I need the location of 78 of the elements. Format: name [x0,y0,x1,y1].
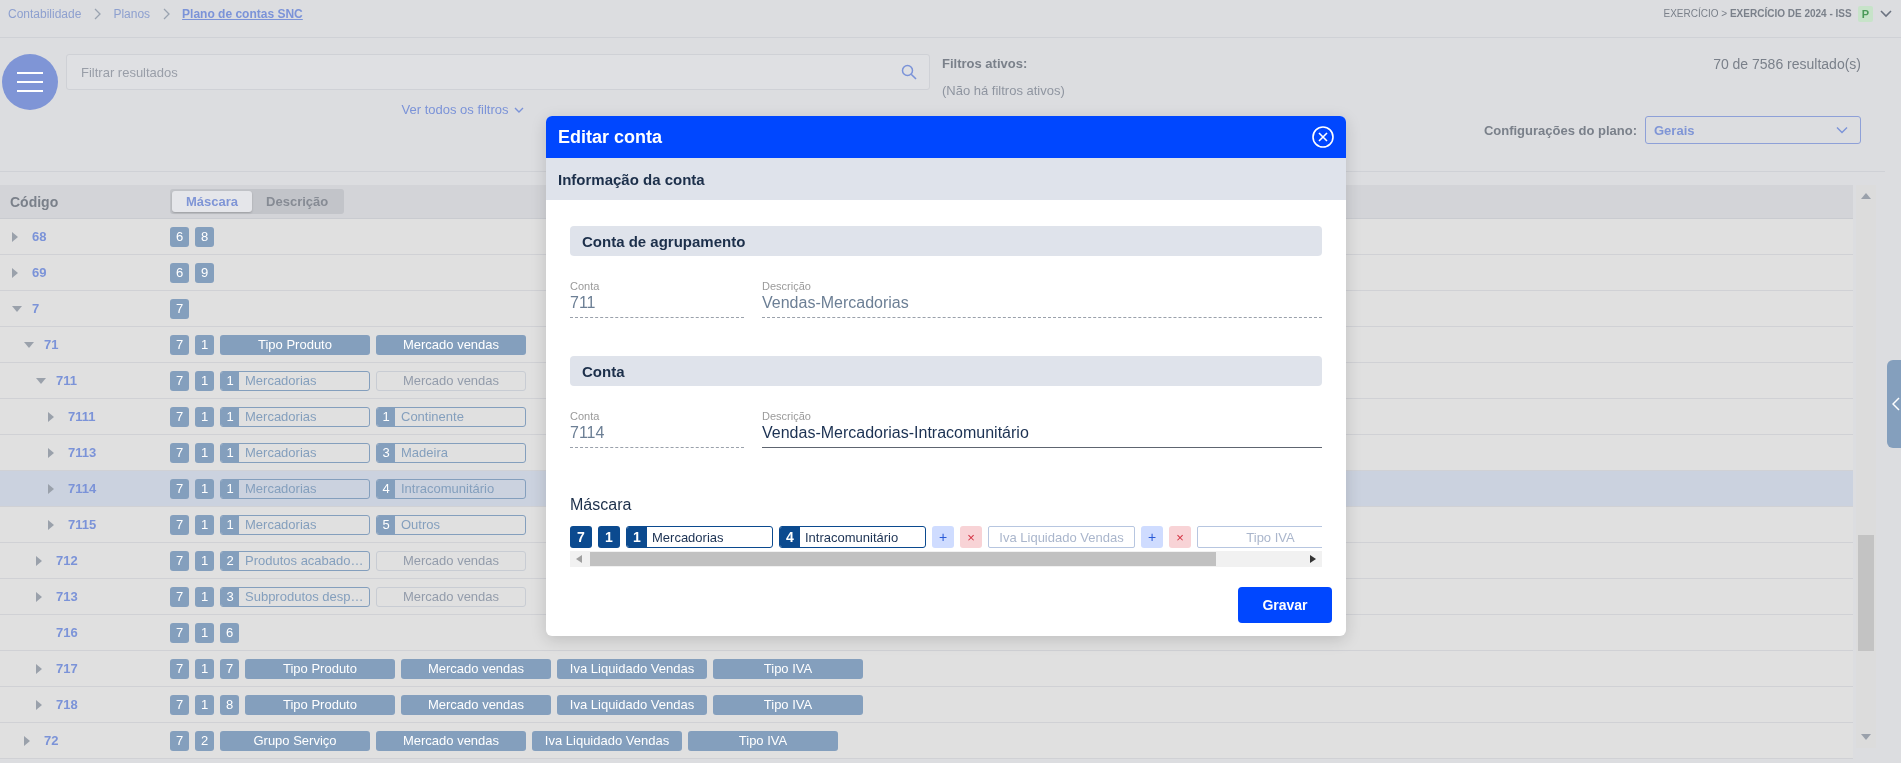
mask-value: 3 Madeira [376,442,526,463]
mask-digit: 1 [195,586,214,607]
mask-digit: 1 [195,514,214,535]
mask-value: 2 Produtos acabado… [220,550,370,571]
mask-digit: 7 [170,658,189,679]
mask-digit: 7 [170,334,189,355]
mask-value: 1 Mercadorias [220,442,370,463]
mask-segment: Mercado vendas [376,730,526,751]
mask-value: 1 Mercadorias [220,370,370,391]
mask-value: 4 Intracomunitário [376,478,526,499]
mask-digit: 1 [195,478,214,499]
mask-digit: 7 [220,658,239,679]
mask-label: Máscara [570,496,633,514]
mask-value: 1 Mercadorias [220,478,370,499]
mask-digit: 1 [195,658,214,679]
mask-digit: 2 [195,730,214,751]
mask-placeholder: Mercado vendas [376,370,526,391]
mask-value: 1 Mercadorias [220,514,370,535]
field-label: Conta [570,280,601,292]
mask-value: 3 Subprodutos desp… [220,586,370,607]
mask-segment: Tipo IVA [688,730,838,751]
mask-digit: 1 [195,370,214,391]
mask-digit: 1 [195,334,214,355]
active-filters-title: Filtros ativos: [942,56,1029,71]
mask-digit: 7 [170,298,189,319]
mask-digit: 7 [170,514,189,535]
mask-digit: 7 [170,730,189,751]
mask-segment: Tipo Produto [220,334,370,355]
mask-segment: Mercado vendas [376,334,526,355]
mask-digit: 7 [170,442,189,463]
mask-digit: 1 [598,526,620,548]
mask-digit: 8 [195,226,214,247]
profile-badge: P [1857,5,1873,22]
mask-segment: Tipo IVA [713,658,863,679]
mask-digit: 7 [170,694,189,715]
mask-digit: 1 [195,442,214,463]
mask-value: 5 Outros [376,514,526,535]
mask-segment: Tipo Produto [245,694,395,715]
mask-digit: 7 [170,622,189,643]
mask-segment: Mercado vendas [401,694,551,715]
dialog-title: Editar conta [558,126,663,148]
results-count: 70 de 7586 resultado(s) [1713,55,1861,72]
group-header: Conta [570,356,1322,386]
mask-placeholder: Mercado vendas [376,586,526,607]
mask-digit: 8 [220,694,239,715]
mask-digit: 7 [170,550,189,571]
mask-digit: 6 [170,262,189,283]
mask-digit: 1 [195,694,214,715]
mask-segment: Grupo Serviço [220,730,370,751]
field-label: Conta [570,410,601,422]
mask-segment: Mercado vendas [401,658,551,679]
mask-segment: Iva Liquidado Vendas [532,730,682,751]
mask-segment: Tipo Produto [245,658,395,679]
mask-digit: 7 [170,478,189,499]
mask-digit: 6 [220,622,239,643]
mask-value: 1 Mercadorias [220,406,370,427]
field-label: Descrição [762,280,812,292]
active-filters-empty: (Não há filtros ativos) [942,83,1065,98]
mask-digit: 1 [195,550,214,571]
mask-placeholder: Mercado vendas [376,550,526,571]
mask-segment: Iva Liquidado Vendas [557,658,707,679]
field-label: Descrição [762,410,812,422]
column-header: Código [9,193,60,210]
mask-digit: 1 [195,406,214,427]
mask-digit: 7 [570,526,592,548]
exercise-label: EXERCÍCIO > EXERCÍCIO DE 2024 - ISS [1663,8,1852,19]
section-title: Informação da conta [558,170,705,188]
mask-digit: 9 [195,262,214,283]
mask-segment: Iva Liquidado Vendas [557,694,707,715]
mask-digit: 1 [195,622,214,643]
plan-config-label: Configurações do plano: [1483,122,1637,138]
mask-digit: 7 [170,370,189,391]
group-header: Conta de agrupamento [570,226,1322,256]
mask-digit: 7 [170,406,189,427]
mask-segment: Tipo IVA [713,694,863,715]
mask-value: 1 Continente [376,406,526,427]
mask-digit: 6 [170,226,189,247]
mask-digit: 7 [170,586,189,607]
